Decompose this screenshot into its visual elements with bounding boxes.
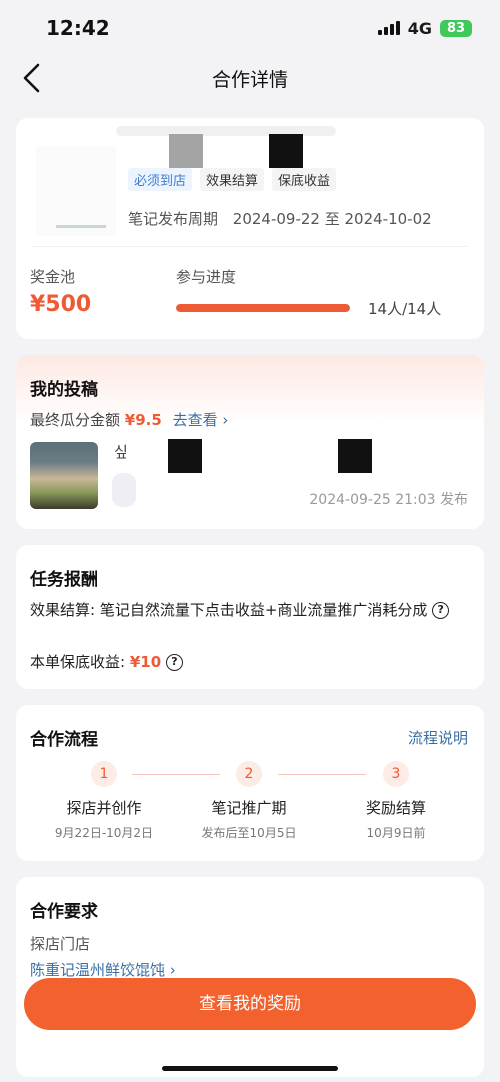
progress-count: 14人/14人 — [368, 300, 442, 318]
progress-label: 参与进度 — [176, 268, 237, 286]
store-link[interactable]: 陈重记温州鲜饺馄饨 › — [30, 959, 176, 980]
settlement-row: 效果结算: 笔记自然流量下点击收益+商业流量推广消耗分成 ? — [30, 599, 470, 621]
campaign-card: 必须到店 效果结算 保底收益 笔记发布周期 2024-09-22 至 2024-… — [16, 118, 484, 339]
back-arrow-icon[interactable] — [20, 62, 46, 94]
period-dates: 2024-09-22 至 2024-10-02 — [232, 210, 432, 228]
publish-period: 笔记发布周期 2024-09-22 至 2024-10-02 — [128, 208, 432, 229]
status-indicators: 4G 83 — [377, 18, 472, 38]
help-icon[interactable]: ? — [165, 654, 183, 671]
flow-step-3: 3 奖励结算 10月9日前 — [326, 761, 466, 841]
requirements-title: 合作要求 — [30, 902, 98, 922]
store-label: 探店门店 — [30, 935, 91, 953]
flow-title: 合作流程 — [30, 730, 98, 750]
view-submission-link[interactable]: 去查看 › — [173, 411, 229, 429]
home-indicator — [162, 1066, 338, 1071]
publish-time: 2024-09-25 21:03 发布 — [309, 492, 468, 508]
guarantee-label: 本单保底收益: — [30, 653, 126, 671]
flow-card: 合作流程 流程说明 1 探店并创作 9月22日-10月2日 2 笔记推广期 发布… — [16, 705, 484, 861]
divider — [32, 246, 468, 247]
redacted-block — [112, 473, 136, 507]
page-title: 合作详情 — [211, 68, 288, 91]
redacted-block — [168, 439, 202, 473]
tag-must-visit: 必须到店 — [128, 168, 193, 191]
final-amount-value: ¥9.5 — [124, 411, 162, 429]
signal-icon — [377, 21, 400, 35]
flow-step-2: 2 笔记推广期 发布后至10月5日 — [179, 761, 319, 841]
step-number: 1 — [91, 761, 117, 787]
nav-bar: 合作详情 — [0, 56, 500, 100]
submission-card: 我的投稿 最终瓜分金额 ¥9.5 去查看 › 싶 2024-09-25 21:0… — [16, 355, 484, 529]
tag-effect-settlement: 效果结算 — [200, 168, 265, 191]
redacted-block — [338, 439, 372, 473]
note-title[interactable]: 싶 — [114, 441, 128, 462]
requirements-card: 合作要求 探店门店 陈重记温州鲜饺馄饨 › — [16, 877, 484, 1077]
progress-bar — [176, 304, 350, 312]
battery-icon: 83 — [440, 19, 472, 37]
tag-guaranteed-income: 保底收益 — [272, 168, 337, 191]
reward-card: 任务报酬 效果结算: 笔记自然流量下点击收益+商业流量推广消耗分成 ? 本单保底… — [16, 545, 484, 689]
network-type: 4G — [407, 18, 432, 38]
prize-pool-label: 奖金池 — [30, 268, 76, 286]
final-amount-row: 最终瓜分金额 ¥9.5 去查看 › — [30, 409, 228, 430]
settlement-text: 效果结算: 笔记自然流量下点击收益+商业流量推广消耗分成 — [30, 601, 428, 619]
step-name: 探店并创作 — [66, 799, 142, 817]
redacted-title — [116, 126, 336, 136]
step-date: 9月22日-10月2日 — [54, 826, 154, 840]
note-thumbnail[interactable] — [30, 442, 98, 509]
prize-pool-value: ¥500 — [30, 292, 92, 317]
progress-fill — [176, 304, 350, 312]
tag-list: 必须到店 效果结算 保底收益 — [128, 168, 337, 191]
guarantee-row: 本单保底收益: ¥10 ? — [30, 651, 183, 673]
reward-title: 任务报酬 — [30, 570, 98, 590]
flow-step-1: 1 探店并创作 9月22日-10月2日 — [34, 761, 174, 841]
step-name: 笔记推广期 — [211, 799, 287, 817]
flow-explain-link[interactable]: 流程说明 — [408, 727, 468, 748]
redacted-block — [269, 134, 303, 168]
step-date: 发布后至10月5日 — [201, 826, 297, 840]
submission-title: 我的投稿 — [30, 380, 98, 400]
final-amount-label: 最终瓜分金额 — [30, 411, 121, 429]
step-number: 2 — [236, 761, 262, 787]
step-date: 10月9日前 — [366, 826, 426, 840]
step-number: 3 — [383, 761, 409, 787]
help-icon[interactable]: ? — [432, 602, 450, 619]
view-rewards-button[interactable]: 查看我的奖励 — [24, 978, 476, 1030]
campaign-thumbnail — [36, 146, 116, 236]
period-label: 笔记发布周期 — [128, 210, 219, 228]
status-time: 12:42 — [46, 16, 110, 40]
guarantee-value: ¥10 — [129, 653, 162, 671]
redacted-block — [169, 134, 203, 168]
step-name: 奖励结算 — [365, 799, 426, 817]
status-bar: 12:42 4G 83 — [0, 0, 500, 56]
